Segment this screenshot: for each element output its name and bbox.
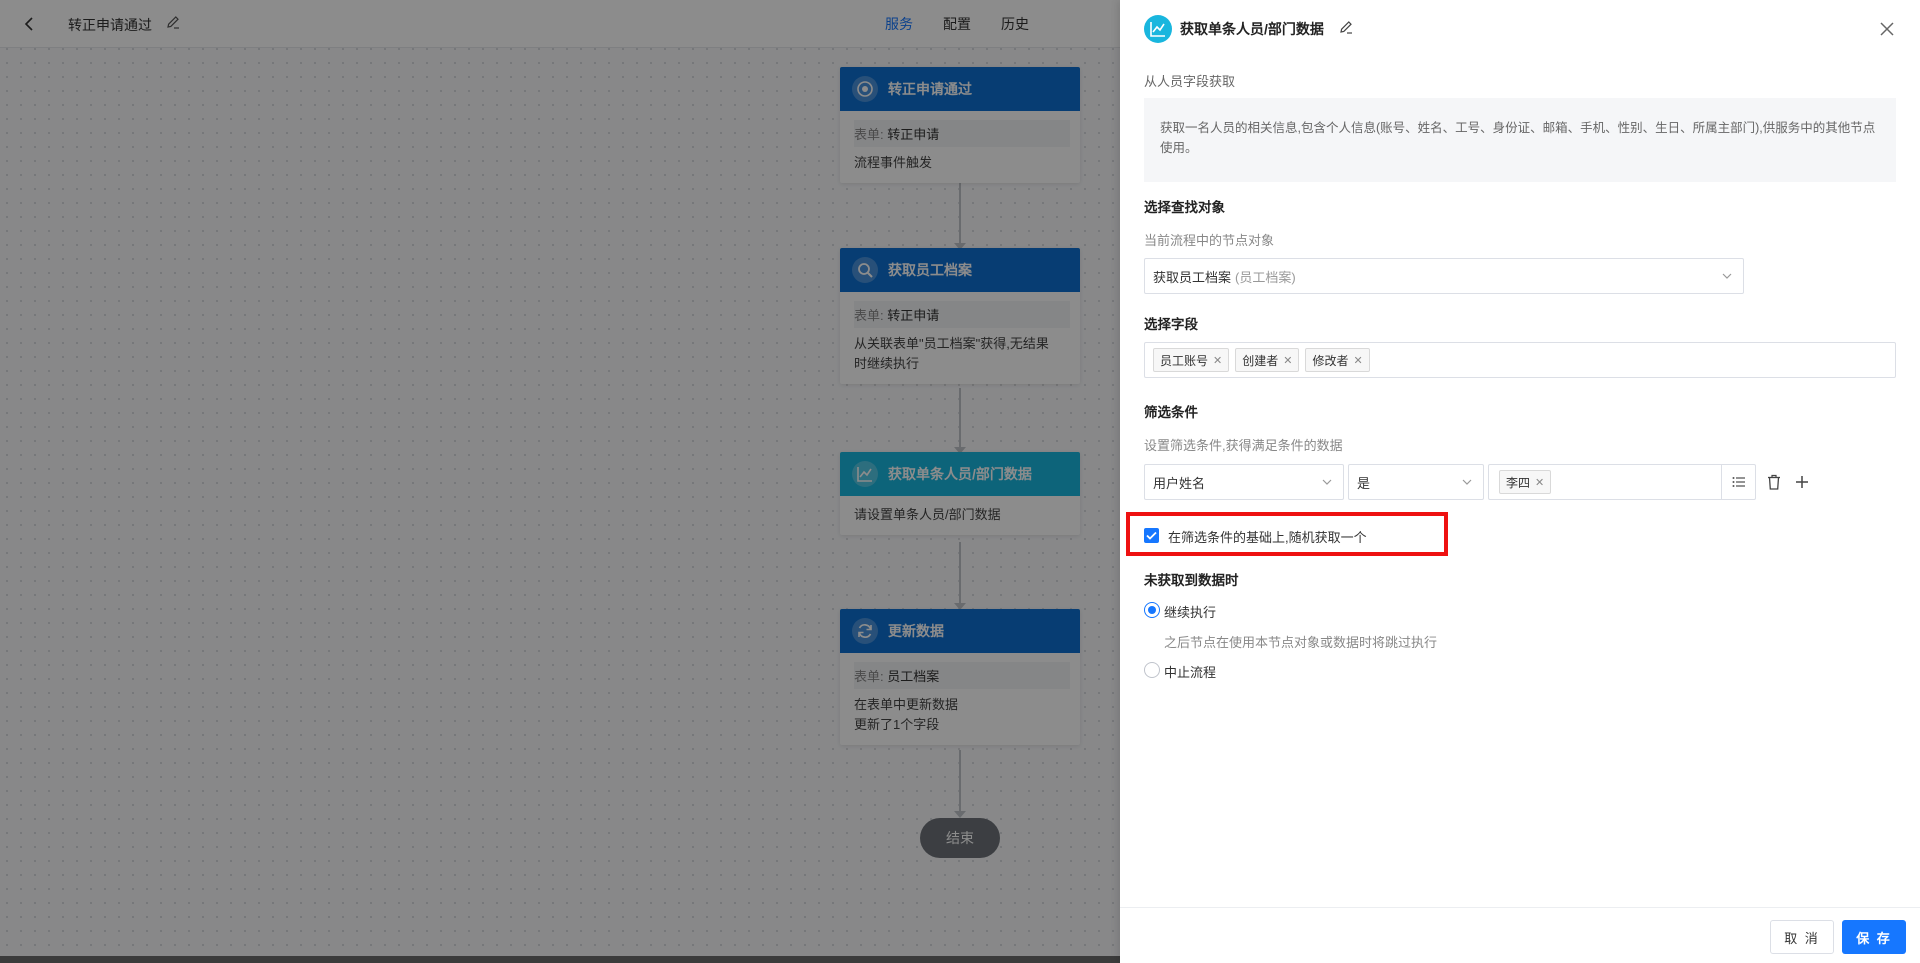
- modal-overlay[interactable]: [0, 0, 1120, 963]
- close-icon[interactable]: ✕: [1283, 354, 1292, 367]
- field-tag[interactable]: 修改者 ✕: [1305, 348, 1370, 372]
- delete-condition-button[interactable]: [1762, 470, 1786, 494]
- description-box: 获取一名人员的相关信息,包含个人信息(账号、姓名、工号、身份证、邮箱、手机、性别…: [1144, 98, 1896, 182]
- drawer-footer: 取 消 保 存: [1120, 907, 1920, 963]
- filter-value-tag[interactable]: 李四 ✕: [1499, 470, 1552, 494]
- fields-select[interactable]: 员工账号 ✕ 创建者 ✕ 修改者 ✕: [1144, 342, 1896, 378]
- filter-hint: 设置筛选条件,获得满足条件的数据: [1144, 438, 1343, 453]
- filter-operator-select[interactable]: 是: [1348, 464, 1484, 500]
- drawer-header: 获取单条人员/部门数据: [1120, 0, 1920, 56]
- save-button[interactable]: 保 存: [1842, 920, 1906, 954]
- radio-abort[interactable]: [1144, 662, 1160, 678]
- trash-icon: [1768, 474, 1780, 490]
- chevron-down-icon: [1462, 479, 1472, 485]
- cancel-button[interactable]: 取 消: [1770, 920, 1834, 954]
- horizontal-scrollbar[interactable]: [0, 956, 1120, 963]
- node-config-drawer: 获取单条人员/部门数据 从人员字段获取 获取一名人员的相关信息,包含个人信息(账…: [1120, 0, 1920, 963]
- random-pick-checkbox[interactable]: [1144, 528, 1159, 543]
- add-condition-button[interactable]: [1790, 470, 1814, 494]
- close-icon: [1880, 22, 1894, 36]
- target-object-select[interactable]: 获取员工档案 (员工档案): [1144, 258, 1744, 294]
- chevron-down-icon: [1722, 273, 1732, 279]
- field-tag[interactable]: 员工账号 ✕: [1153, 348, 1230, 372]
- radio-abort-label: 中止流程: [1164, 665, 1217, 680]
- source-hint: 从人员字段获取: [1144, 74, 1236, 89]
- random-pick-label: 在筛选条件的基础上,随机获取一个: [1168, 530, 1367, 545]
- drawer-title: 获取单条人员/部门数据: [1180, 21, 1324, 37]
- chevron-down-icon: [1322, 479, 1332, 485]
- chart-line-icon: [1144, 15, 1172, 43]
- close-button[interactable]: [1876, 18, 1898, 40]
- filter-value-select[interactable]: 李四 ✕: [1488, 464, 1756, 500]
- plus-icon: [1796, 476, 1808, 488]
- list-mode-button[interactable]: [1721, 465, 1755, 499]
- radio-continue-label: 继续执行: [1164, 605, 1217, 620]
- section-title-target: 选择查找对象: [1144, 200, 1225, 215]
- edit-node-name-button[interactable]: [1338, 19, 1356, 37]
- close-icon[interactable]: ✕: [1535, 476, 1544, 489]
- target-hint: 当前流程中的节点对象: [1144, 233, 1275, 248]
- pencil-icon: [1340, 21, 1352, 34]
- list-icon: [1732, 477, 1745, 487]
- check-icon: [1146, 531, 1157, 540]
- close-icon[interactable]: ✕: [1353, 354, 1362, 367]
- radio-continue[interactable]: [1144, 602, 1160, 618]
- section-title-filter: 筛选条件: [1144, 405, 1198, 420]
- section-title-fields: 选择字段: [1144, 317, 1198, 332]
- field-tag[interactable]: 创建者 ✕: [1235, 348, 1300, 372]
- close-icon[interactable]: ✕: [1213, 354, 1222, 367]
- section-title-no-data: 未获取到数据时: [1144, 573, 1239, 588]
- continue-hint: 之后节点在使用本节点对象或数据时将跳过执行: [1164, 635, 1438, 650]
- filter-field-select[interactable]: 用户姓名: [1144, 464, 1344, 500]
